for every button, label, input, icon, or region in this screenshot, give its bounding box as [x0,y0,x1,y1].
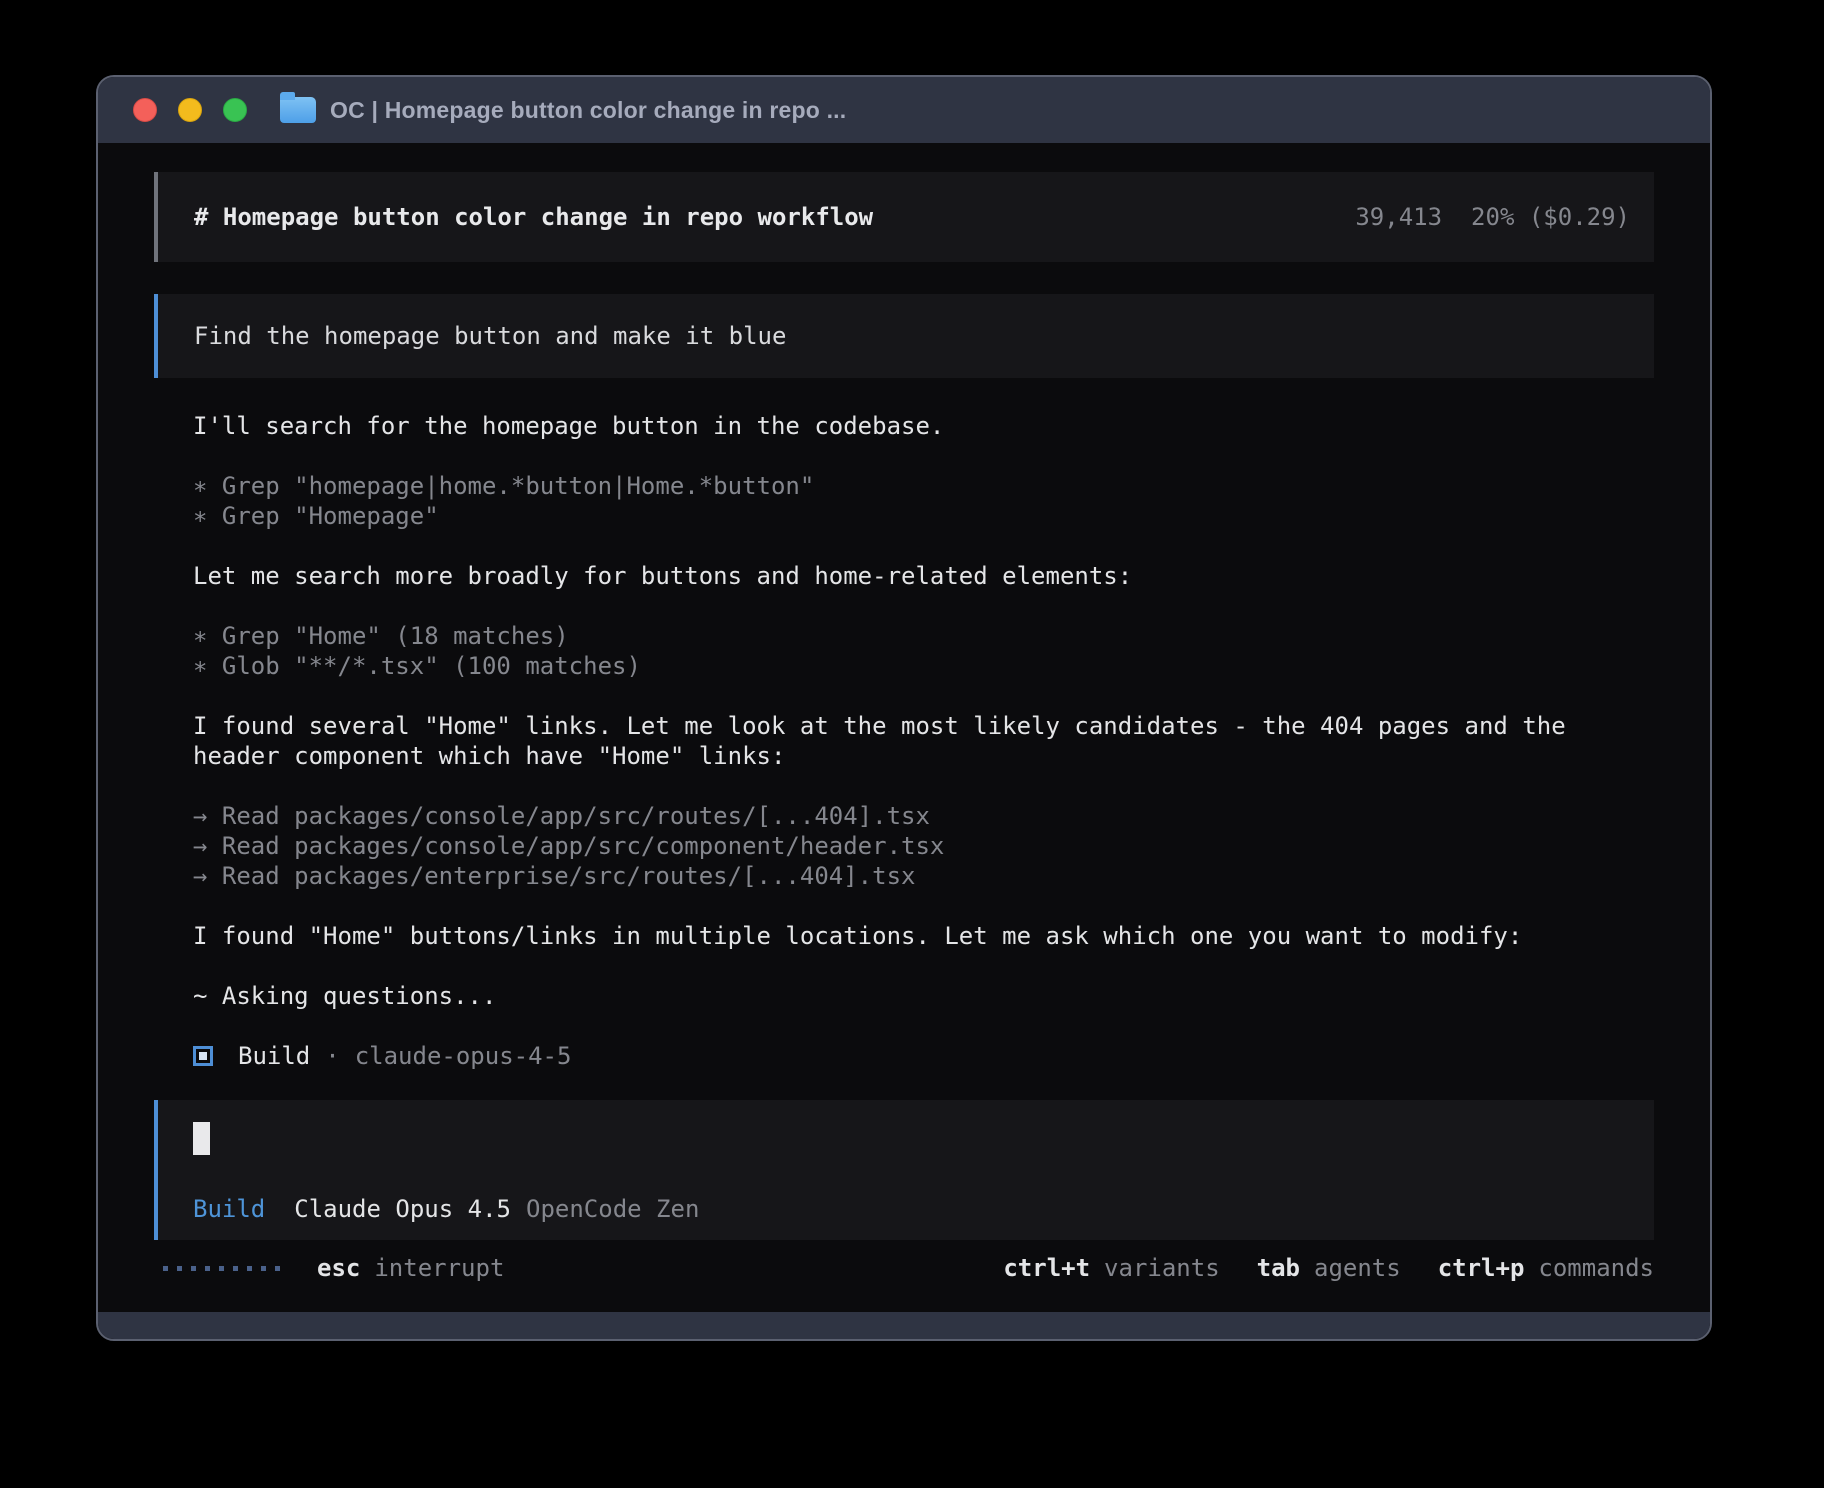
spinner-dot [233,1266,238,1271]
tool-call-read: → Read packages/console/app/src/routes/[… [193,801,1654,831]
status-line: ~ Asking questions... [193,981,1654,1011]
close-button[interactable] [133,98,157,122]
assistant-transcript: I'll search for the homepage button in t… [154,411,1654,1071]
agent-line: Build · claude-opus-4-5 [193,1041,1654,1071]
window-titlebar[interactable]: OC | Homepage button color change in rep… [98,77,1710,143]
tool-call-group: ∗ Grep "Home" (18 matches) ∗ Glob "**/*.… [193,621,1654,681]
assistant-text: Let me search more broadly for buttons a… [193,561,1654,591]
session-stats: 39,413 20% ($0.29) [1355,202,1630,232]
spinner-dot [219,1266,224,1271]
shortcut-agents: tab agents [1257,1253,1401,1283]
working-spinner-dots [163,1266,280,1271]
window-title: OC | Homepage button color change in rep… [330,97,846,124]
window-bottom-strip [98,1312,1710,1339]
assistant-paragraph: Let me search more broadly for buttons a… [193,561,1654,591]
model-label[interactable]: Claude Opus 4.5 [294,1194,511,1224]
token-count: 39,413 [1355,203,1442,231]
spinner-dot [177,1266,182,1271]
hints-left: esc interrupt [163,1253,504,1283]
user-message-text: Find the homepage button and make it blu… [194,321,786,351]
spinner-dot [261,1266,266,1271]
terminal-window: OC | Homepage button color change in rep… [96,75,1712,1341]
spinner-dot [275,1266,280,1271]
spinner-dot [205,1266,210,1271]
spinner-dot [247,1266,252,1271]
provider-label: OpenCode Zen [526,1194,699,1224]
assistant-text: I'll search for the homepage button in t… [193,411,1654,441]
agent-icon-dot [199,1052,207,1060]
shortcut-key-ctrl-t: ctrl+t [1003,1253,1090,1283]
assistant-paragraph: I found several "Home" links. Let me loo… [193,711,1654,771]
agent-model: claude-opus-4-5 [355,1041,572,1071]
tool-call-glob: ∗ Glob "**/*.tsx" (100 matches) [193,651,1654,681]
session-header: # Homepage button color change in repo w… [154,172,1654,262]
agent-name: Build [238,1041,310,1071]
text-cursor [193,1122,210,1155]
hints-right: ctrl+t variants tab agents ctrl+p comman… [966,1253,1654,1283]
separator-dot: · [325,1041,339,1071]
tool-call-grep: ∗ Grep "homepage|home.*button|Home.*butt… [193,471,1654,501]
context-usage: 20% ($0.29) [1471,203,1630,231]
shortcut-key-esc: esc [317,1253,360,1283]
tool-call-group: ∗ Grep "homepage|home.*button|Home.*butt… [193,471,1654,531]
shortcut-commands: ctrl+p commands [1438,1253,1654,1283]
asking-questions-status: ~ Asking questions... [193,981,1654,1011]
shortcut-label-commands: commands [1538,1253,1654,1283]
user-message: Find the homepage button and make it blu… [154,294,1654,378]
assistant-paragraph: I found "Home" buttons/links in multiple… [193,921,1654,951]
assistant-text: I found "Home" buttons/links in multiple… [193,921,1654,951]
traffic-lights [133,98,247,122]
shortcut-hints-bar: esc interrupt ctrl+t variants tab agents… [154,1253,1654,1283]
shortcut-key-tab: tab [1257,1253,1300,1283]
zoom-button[interactable] [223,98,247,122]
terminal-content: # Homepage button color change in repo w… [98,143,1710,1312]
agent-icon [193,1046,213,1066]
tool-call-group: → Read packages/console/app/src/routes/[… [193,801,1654,891]
shortcut-label-agents: agents [1314,1253,1401,1283]
minimize-button[interactable] [178,98,202,122]
shortcut-variants: ctrl+t variants [1003,1253,1219,1283]
spinner-dot [191,1266,196,1271]
tool-call-read: → Read packages/enterprise/src/routes/[.… [193,861,1654,891]
assistant-text: header component which have "Home" links… [193,741,1654,771]
prompt-input[interactable]: Build Claude Opus 4.5 OpenCode Zen [154,1100,1654,1240]
input-status-line: Build Claude Opus 4.5 OpenCode Zen [193,1194,1618,1224]
folder-icon [280,97,316,123]
assistant-paragraph: I'll search for the homepage button in t… [193,411,1654,441]
spinner-dot [163,1266,168,1271]
assistant-text: I found several "Home" links. Let me loo… [193,711,1654,741]
tool-call-grep: ∗ Grep "Home" (18 matches) [193,621,1654,651]
tool-call-grep: ∗ Grep "Homepage" [193,501,1654,531]
shortcut-key-ctrl-p: ctrl+p [1438,1253,1525,1283]
tool-call-read: → Read packages/console/app/src/componen… [193,831,1654,861]
shortcut-label-interrupt: interrupt [374,1253,504,1283]
shortcut-label-variants: variants [1104,1253,1220,1283]
session-title: # Homepage button color change in repo w… [194,202,873,232]
mode-label[interactable]: Build [193,1194,265,1224]
